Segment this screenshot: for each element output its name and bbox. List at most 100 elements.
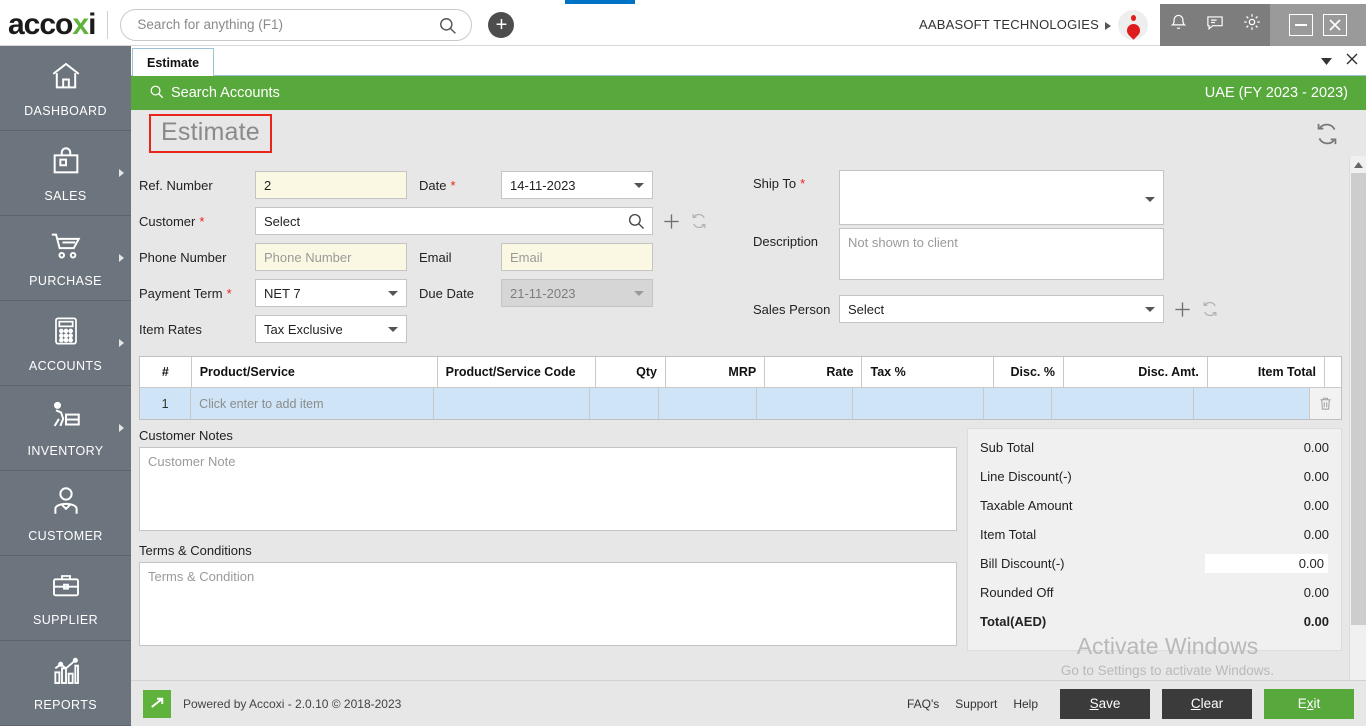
support-link[interactable]: Support <box>955 697 997 711</box>
description-textarea[interactable] <box>839 228 1164 280</box>
row-disc-pct-cell[interactable] <box>983 388 1053 419</box>
add-customer-icon[interactable] <box>662 212 681 231</box>
column-header-index: # <box>140 357 192 387</box>
ship-to-label: Ship To * <box>753 176 806 191</box>
exit-button[interactable]: Ex it <box>1264 688 1354 719</box>
avatar[interactable] <box>1118 9 1148 40</box>
chevron-down-icon <box>1145 307 1155 312</box>
minimize-button[interactable] <box>1289 13 1313 36</box>
row-index: 1 <box>140 388 192 419</box>
page-title-row: Estimate <box>131 110 1366 156</box>
email-input[interactable] <box>501 243 653 271</box>
payment-term-value: NET 7 <box>264 285 301 301</box>
global-search[interactable] <box>120 8 473 41</box>
field-row-description: Description <box>753 228 1299 290</box>
total-label: Item Total <box>980 527 1037 542</box>
sidebar-item-customer[interactable]: CUSTOMER <box>0 471 131 556</box>
item-rates-select[interactable]: Tax Exclusive <box>255 315 407 343</box>
customer-search-field[interactable]: Select <box>255 207 653 235</box>
scrollbar-thumb[interactable] <box>1351 173 1366 625</box>
briefcase-icon <box>48 570 84 607</box>
message-icon[interactable] <box>1205 13 1225 37</box>
terms-textarea[interactable] <box>139 562 957 646</box>
sidebar-item-purchase[interactable]: PURCHASE <box>0 216 131 301</box>
faqs-link[interactable]: FAQ's <box>907 697 939 711</box>
search-input[interactable] <box>137 17 438 32</box>
gear-icon[interactable] <box>1242 12 1262 37</box>
chevron-down-icon[interactable] <box>1321 52 1332 70</box>
date-value: 14-11-2023 <box>510 177 576 193</box>
sidebar-item-dashboard[interactable]: DASHBOARD <box>0 46 131 131</box>
sidebar-item-label: DASHBOARD <box>24 103 107 118</box>
sidebar-item-sales[interactable]: SALES <box>0 131 131 216</box>
ship-to-select[interactable] <box>839 170 1164 225</box>
search-icon <box>149 84 164 103</box>
sidebar-item-accounts[interactable]: ACCOUNTS <box>0 301 131 386</box>
payment-term-select[interactable]: NET 7 <box>255 279 407 307</box>
add-new-button[interactable]: + <box>488 11 515 38</box>
tab-tools <box>1321 52 1358 70</box>
refresh-sales-person-icon[interactable] <box>1201 300 1219 318</box>
row-disc-amt-cell[interactable] <box>1052 388 1195 419</box>
sidebar-item-supplier[interactable]: SUPPLIER <box>0 556 131 641</box>
help-link[interactable]: Help <box>1013 697 1038 711</box>
chevron-right-icon <box>119 339 124 347</box>
search-icon[interactable] <box>438 16 457 40</box>
column-header-qty: Qty <box>596 357 666 387</box>
field-row-ref-date: Ref. Number Date* 14-11-2023 <box>139 170 739 200</box>
bar-chart-icon <box>49 655 83 692</box>
accoxi-logo[interactable]: accoxi <box>0 9 107 40</box>
trolley-icon <box>47 399 85 438</box>
email-label: Email <box>419 249 452 265</box>
avatar-dot <box>1131 14 1136 21</box>
sidebar-item-reports[interactable]: REPORTS <box>0 641 131 726</box>
clear-button[interactable]: Clear <box>1162 688 1252 719</box>
column-header-disc-pct: Disc. % <box>994 357 1064 387</box>
save-button[interactable]: Save <box>1060 688 1150 719</box>
close-button[interactable] <box>1323 13 1347 36</box>
table-header-row: # Product/Service Product/Service Code Q… <box>140 357 1341 387</box>
table-row[interactable]: 1 Click enter to add item <box>140 387 1341 419</box>
search-icon[interactable] <box>627 212 645 233</box>
row-tax-cell[interactable] <box>853 388 984 419</box>
sales-person-label: Sales Person <box>753 301 831 317</box>
search-accounts-label: Search Accounts <box>171 85 280 101</box>
row-mrp-cell[interactable] <box>659 388 758 419</box>
column-header-actions <box>1325 357 1341 387</box>
tab-estimate[interactable]: Estimate <box>132 48 215 76</box>
bill-discount-input[interactable]: 0.00 <box>1204 553 1329 574</box>
description-label: Description <box>753 234 819 249</box>
company-selector[interactable]: AABASOFT TECHNOLOGIES <box>919 17 1118 32</box>
add-sales-person-icon[interactable] <box>1173 300 1192 319</box>
total-row-grand-total: Total(AED) 0.00 <box>980 607 1329 636</box>
sidebar-item-label: SALES <box>44 188 87 203</box>
shopping-bag-icon <box>49 144 83 183</box>
date-picker[interactable]: 14-11-2023 <box>501 171 653 199</box>
items-table: # Product/Service Product/Service Code Q… <box>139 356 1342 420</box>
footer-links: FAQ's Support Help <box>907 697 1038 711</box>
row-code-cell[interactable] <box>433 388 591 419</box>
trash-icon[interactable] <box>1309 388 1341 419</box>
customer-notes-textarea[interactable] <box>139 447 957 531</box>
row-rate-cell[interactable] <box>757 388 854 419</box>
refresh-icon[interactable] <box>1314 121 1340 152</box>
customer-value: Select <box>264 213 301 229</box>
footer-buttons: Save Clear Ex it <box>1060 688 1354 719</box>
ref-number-input[interactable] <box>255 171 407 199</box>
sales-person-select[interactable]: Select <box>839 295 1164 323</box>
search-accounts-button[interactable]: Search Accounts <box>149 84 280 103</box>
close-icon[interactable] <box>1346 52 1358 70</box>
phone-number-input[interactable] <box>255 243 407 271</box>
row-qty-cell[interactable] <box>590 388 660 419</box>
content-area: Estimate Search Accounts UAE (FY 2023 - … <box>131 46 1366 726</box>
scroll-up-arrow[interactable] <box>1350 156 1366 173</box>
bell-icon[interactable] <box>1169 13 1188 37</box>
row-product-cell[interactable]: Click enter to add item <box>191 388 434 419</box>
sidebar-item-inventory[interactable]: INVENTORY <box>0 386 131 471</box>
caret-right-icon <box>1105 21 1111 30</box>
refresh-customer-icon[interactable] <box>690 212 708 230</box>
fiscal-year-label: UAE (FY 2023 - 2023) <box>1204 85 1348 101</box>
vertical-scrollbar[interactable] <box>1349 156 1366 726</box>
row-item-total-cell[interactable] <box>1194 388 1310 419</box>
footer-bar: Powered by Accoxi - 2.0.10 © 2018-2023 F… <box>131 680 1366 726</box>
